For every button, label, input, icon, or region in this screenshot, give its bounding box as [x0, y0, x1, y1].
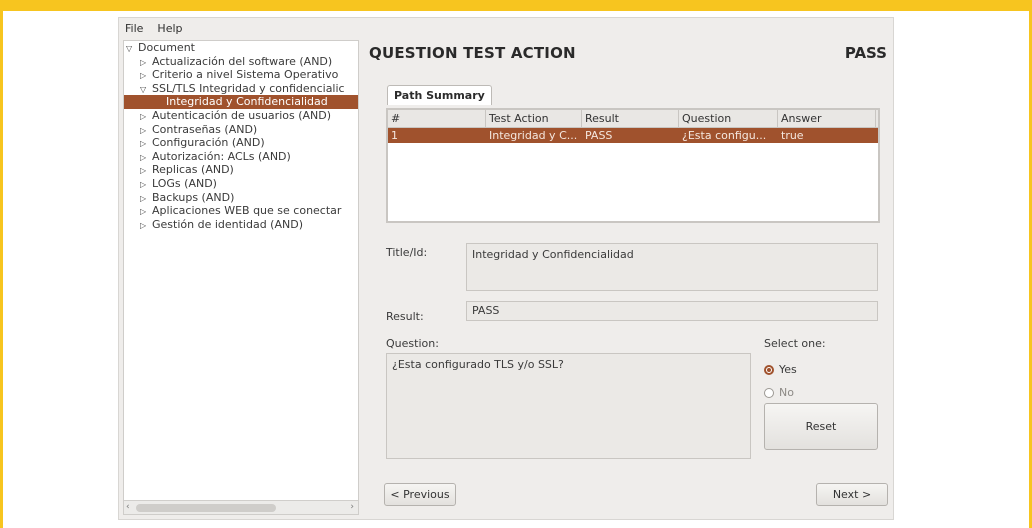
reset-button[interactable]: Reset	[764, 403, 878, 450]
radio-selected-icon	[764, 364, 774, 375]
expand-right-icon[interactable]: ▷	[140, 178, 152, 192]
result-label: Result:	[386, 310, 424, 323]
tree-item-label: Gestión de identidad (AND)	[152, 217, 303, 231]
table-cell: ¿Esta configu...	[682, 129, 767, 142]
tree-item[interactable]: ▷ Criterio a nivel Sistema Operativo	[124, 68, 358, 82]
tab-path-summary[interactable]: Path Summary	[387, 85, 492, 105]
tree-item[interactable]: ▷ Replicas (AND)	[124, 163, 358, 177]
frame-border-left	[0, 0, 3, 528]
tree-item[interactable]: ▷ Actualización del software (AND)	[124, 55, 358, 69]
tree-item[interactable]: ▷ Backups (AND)	[124, 191, 358, 205]
tree-item-label: LOGs (AND)	[152, 176, 217, 190]
tree-item-label: Replicas (AND)	[152, 163, 234, 177]
tree-item[interactable]: ▽ Document	[124, 41, 358, 55]
expand-right-icon[interactable]: ▷	[140, 205, 152, 219]
tree-item[interactable]: ▽ SSL/TLS Integridad y confidencialic	[124, 82, 358, 96]
table-header: # Test Action Result Question Answer	[388, 110, 878, 128]
tree-item-label: Criterio a nivel Sistema Operativo	[152, 68, 339, 82]
question-text: ¿Esta configurado TLS y/o SSL?	[386, 353, 751, 459]
tree-item-label: Document	[138, 41, 195, 54]
scroll-right-arrow-icon[interactable]: ›	[350, 502, 354, 512]
expand-right-icon[interactable]: ▷	[140, 192, 152, 206]
table-row[interactable]: 1 Integridad y C... PASS ¿Esta configu..…	[388, 128, 878, 143]
table-cell: Integridad y C...	[489, 129, 578, 142]
tree-item[interactable]: ▷ Autorización: ACLs (AND)	[124, 150, 358, 164]
table-cell: PASS	[585, 129, 613, 142]
column-header[interactable]: Question	[679, 110, 778, 127]
title-id-label: Title/Id:	[386, 246, 428, 259]
expand-down-icon[interactable]: ▽	[126, 42, 138, 56]
expand-right-icon[interactable]: ▷	[140, 110, 152, 124]
menu-file[interactable]: File	[125, 22, 143, 35]
expand-right-icon[interactable]: ▷	[140, 137, 152, 151]
table-cell: 1	[391, 129, 398, 142]
tree-horizontal-scrollbar[interactable]: ‹ ›	[124, 500, 358, 514]
table-cell: true	[781, 129, 804, 142]
radio-no[interactable]: No	[764, 386, 794, 399]
tree-item-label: Aplicaciones WEB que se conectar	[152, 204, 342, 218]
column-header[interactable]: Answer	[778, 110, 876, 127]
select-one-label: Select one:	[764, 337, 826, 350]
expand-right-icon[interactable]: ▷	[140, 69, 152, 83]
tree-item-label: Contraseñas (AND)	[152, 122, 258, 136]
tree-item-label: Backups (AND)	[152, 190, 235, 204]
menu-help[interactable]: Help	[157, 22, 182, 35]
radio-no-label: No	[779, 386, 794, 399]
radio-yes[interactable]: Yes	[764, 363, 797, 376]
expand-down-icon[interactable]: ▽	[140, 83, 152, 97]
page-title: QUESTION TEST ACTION	[369, 44, 576, 62]
radio-unselected-icon	[764, 387, 774, 398]
column-header[interactable]: Result	[582, 110, 679, 127]
expand-right-icon[interactable]: ▷	[140, 219, 152, 233]
expand-right-icon[interactable]: ▷	[140, 151, 152, 165]
previous-button[interactable]: < Previous	[384, 483, 456, 506]
menu-bar: File Help	[119, 18, 893, 38]
scroll-left-arrow-icon[interactable]: ‹	[126, 502, 130, 512]
expand-right-icon[interactable]: ▷	[140, 164, 152, 178]
tree-rows: ▽ Document ▷ Actualización del software (AN…	[124, 41, 358, 231]
tree-item[interactable]: ▷ Gestión de identidad (AND)	[124, 218, 358, 232]
frame-border-top	[0, 0, 1032, 11]
tree-item-label: Configuración (AND)	[152, 136, 265, 150]
tree-item-label: Autorización: ACLs (AND)	[152, 149, 291, 163]
tree-item-label: SSL/TLS Integridad y confidencialic	[152, 81, 345, 95]
document-tree[interactable]: ▽ Document ▷ Actualización del software (AN…	[123, 40, 359, 515]
tree-item[interactable]: ▷ Aplicaciones WEB que se conectar	[124, 204, 358, 218]
question-label: Question:	[386, 337, 439, 350]
tree-item[interactable]: ▷ Autenticación de usuarios (AND)	[124, 109, 358, 123]
tree-item[interactable]: ▷ Contraseñas (AND)	[124, 123, 358, 137]
tree-item-label: Integridad y Confidencialidad	[166, 95, 328, 109]
expand-right-icon[interactable]: ▷	[140, 124, 152, 138]
path-summary-table[interactable]: # Test Action Result Question Answer 1 I…	[386, 108, 880, 223]
tree-item[interactable]: ▷ Configuración (AND)	[124, 136, 358, 150]
title-id-field: Integridad y Confidencialidad	[466, 243, 878, 291]
tree-item-label: Autenticación de usuarios (AND)	[152, 108, 332, 122]
status-badge: PASS	[844, 44, 887, 62]
radio-yes-label: Yes	[779, 363, 797, 376]
tree-item[interactable]: ▷ LOGs (AND)	[124, 177, 358, 191]
next-button[interactable]: Next >	[816, 483, 888, 506]
column-header[interactable]: #	[388, 110, 486, 127]
app-window: File Help ▽ Document ▷ Actualización del so…	[118, 17, 894, 520]
tree-item-label: Actualización del software (AND)	[152, 54, 333, 68]
tree-item[interactable]: Integridad y Confidencialidad	[124, 95, 358, 109]
column-header[interactable]: Test Action	[486, 110, 582, 127]
scrollbar-thumb[interactable]	[136, 504, 276, 512]
expand-right-icon[interactable]: ▷	[140, 56, 152, 70]
result-field: PASS	[466, 301, 878, 321]
